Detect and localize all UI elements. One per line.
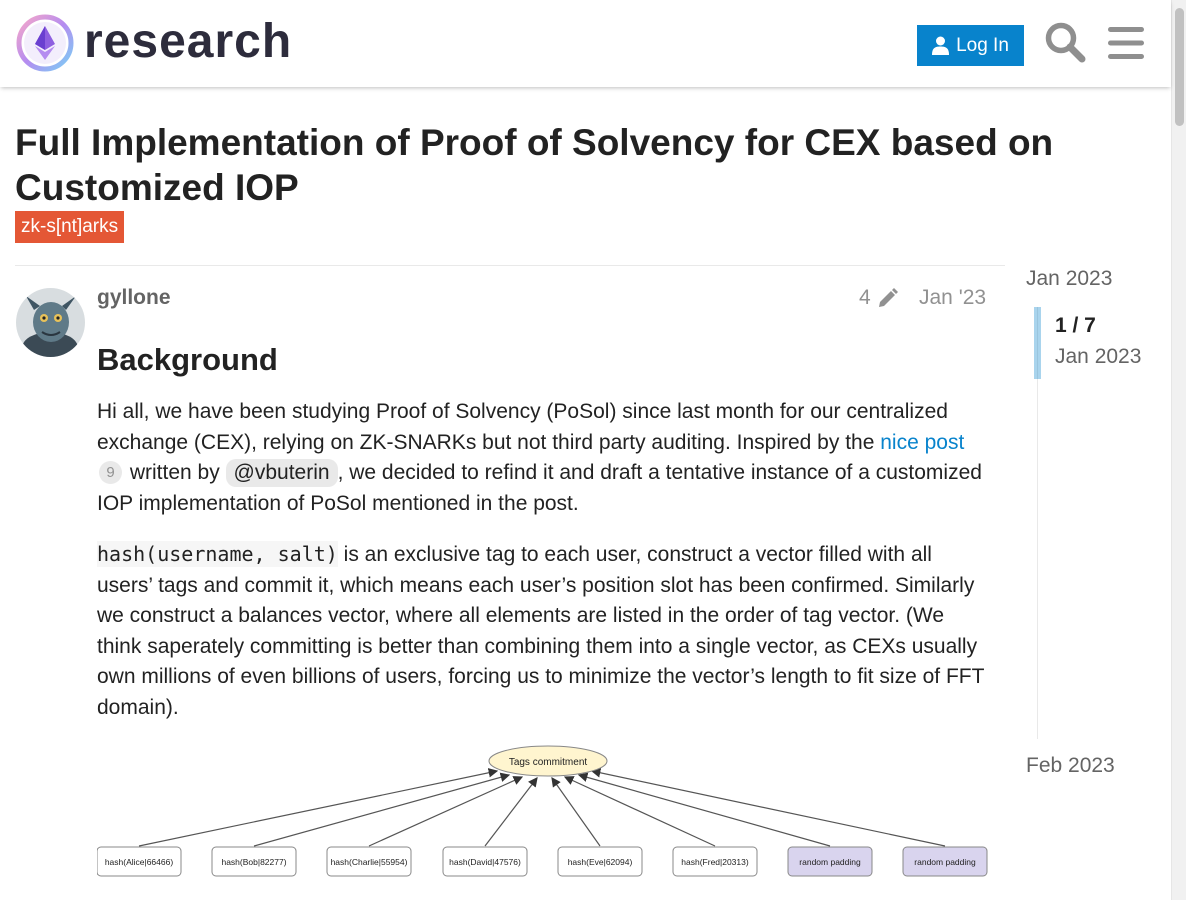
leaf-node-1: hash(Bob|82277) [211, 846, 297, 877]
leaf-node-2: hash(Charlie|55954) [326, 846, 412, 877]
avatar[interactable] [16, 288, 85, 357]
title-divider [15, 265, 1005, 266]
timeline-end-date[interactable]: Feb 2023 [1026, 754, 1115, 778]
paragraph-tags: hash(username, salt) is an exclusive tag… [97, 539, 987, 723]
leaf-label-2: hash(Charlie|55954) [331, 857, 408, 867]
login-label: Log In [956, 34, 1009, 56]
user-mention[interactable]: @vbuterin [225, 459, 338, 487]
section-heading: Background [97, 342, 278, 377]
root-label: Tags commitment [509, 757, 588, 768]
edit-history-button[interactable]: 4 [859, 286, 899, 310]
topic-title[interactable]: Full Implementation of Proof of Solvency… [15, 120, 1055, 210]
edit-count: 4 [859, 286, 871, 309]
category-tag[interactable]: zk-s[nt]arks [15, 211, 125, 243]
timeline-position: 1 / 7 [1055, 314, 1096, 337]
leaf-node-7: random padding [902, 846, 988, 877]
leaf-node-0: hash(Alice|66466) [97, 846, 182, 877]
site-header: research Log In [0, 0, 1171, 87]
paragraph-intro: Hi all, we have been studying Proof of S… [97, 397, 987, 519]
leaf-label-3: hash(David|47576) [449, 857, 521, 867]
logo-icon[interactable] [16, 14, 74, 72]
post-username[interactable]: gyllone [97, 286, 171, 310]
inline-code: hash(username, salt) [97, 541, 338, 567]
leaf-label-7: random padding [914, 857, 976, 867]
avatar-image [16, 288, 85, 357]
page-scrollbar[interactable] [1171, 0, 1186, 900]
user-icon [932, 36, 950, 55]
leaf-node-5: hash(Fred|20313) [672, 846, 758, 877]
leaf-label-0: hash(Alice|66466) [105, 857, 174, 867]
login-button[interactable]: Log In [917, 25, 1024, 66]
timeline-position-date: Jan 2023 [1055, 345, 1142, 368]
nice-post-link[interactable]: nice post [880, 431, 964, 454]
leaf-label-6: random padding [799, 857, 861, 867]
pencil-icon [878, 288, 898, 307]
link-click-count: 9 [99, 461, 122, 484]
timeline-handle[interactable] [1034, 307, 1041, 379]
leaf-label-4: hash(Eve|62094) [568, 857, 633, 867]
leaf-label-1: hash(Bob|82277) [221, 857, 286, 867]
leaf-node-4: hash(Eve|62094) [557, 846, 643, 877]
tags-commitment-diagram[interactable]: Tags commitment hash(Alice|66466) hash(B… [97, 742, 989, 882]
tags-text: is an exclusive tag to each user, constr… [97, 543, 985, 719]
search-icon[interactable] [1044, 21, 1086, 63]
intro-text-a: Hi all, we have been studying Proof of S… [97, 400, 948, 454]
post-date[interactable]: Jan '23 [919, 286, 986, 310]
diagram-edges [138, 768, 946, 847]
site-title[interactable]: research [84, 14, 292, 70]
post-body: Background Hi all, we have been studying… [97, 340, 987, 743]
leaf-label-5: hash(Fred|20313) [681, 857, 749, 867]
leaf-node-6: random padding [787, 846, 873, 877]
leaf-node-3: hash(David|47576) [442, 846, 528, 877]
scrollbar-thumb[interactable] [1175, 8, 1184, 126]
timeline-start-date[interactable]: Jan 2023 [1026, 267, 1112, 291]
hamburger-menu-icon[interactable] [1106, 24, 1146, 62]
intro-text-b: written by [124, 461, 226, 484]
